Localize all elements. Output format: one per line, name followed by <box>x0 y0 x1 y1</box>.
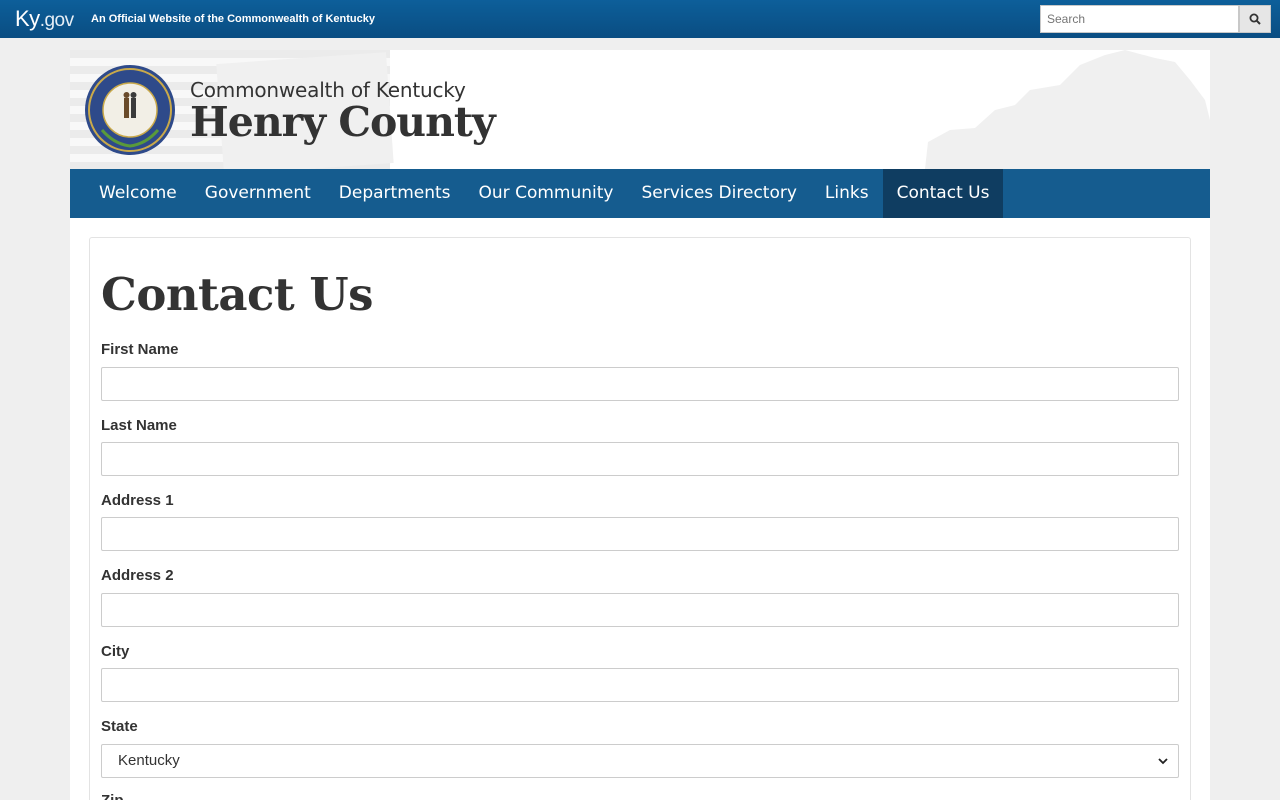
city-label: City <box>101 643 130 660</box>
header-title[interactable]: Henry County <box>190 98 496 146</box>
address2-input[interactable] <box>101 593 1179 627</box>
search-icon <box>1249 13 1261 25</box>
search-button[interactable] <box>1239 5 1271 33</box>
state-select[interactable]: Kentucky <box>101 744 1179 778</box>
search-input[interactable] <box>1040 5 1239 33</box>
nav-item-links[interactable]: Links <box>811 169 883 218</box>
nav-item-welcome[interactable]: Welcome <box>85 169 191 218</box>
kygov-topbar: Ky.gov An Official Website of the Common… <box>0 0 1280 38</box>
nav-item-departments[interactable]: Departments <box>325 169 465 218</box>
address1-input[interactable] <box>101 517 1179 551</box>
last-name-label: Last Name <box>101 417 177 434</box>
page-title: Contact Us <box>101 268 373 321</box>
address1-label: Address 1 <box>101 492 174 509</box>
first-name-input[interactable] <box>101 367 1179 401</box>
chevron-down-icon <box>1158 758 1168 765</box>
kygov-logo[interactable]: Ky.gov <box>15 6 74 32</box>
official-website-tagline: An Official Website of the Commonwealth … <box>91 13 375 25</box>
nav-item-contact-us[interactable]: Contact Us <box>882 169 1004 218</box>
city-input[interactable] <box>101 668 1179 702</box>
state-label: State <box>101 718 138 735</box>
nav-item-services-directory[interactable]: Services Directory <box>627 169 810 218</box>
address2-label: Address 2 <box>101 567 174 584</box>
state-selected-value: Kentucky <box>118 752 180 769</box>
nav-item-our-community[interactable]: Our Community <box>465 169 628 218</box>
kentucky-seal-icon[interactable] <box>84 64 176 156</box>
first-name-label: First Name <box>101 341 179 358</box>
kentucky-map-graphic <box>925 50 1210 169</box>
site-header: Commonwealth of Kentucky Henry County <box>70 50 1210 169</box>
main-navigation: Welcome Government Departments Our Commu… <box>70 169 1210 218</box>
zip-label: Zip <box>101 792 124 800</box>
nav-item-government[interactable]: Government <box>191 169 325 218</box>
last-name-input[interactable] <box>101 442 1179 476</box>
